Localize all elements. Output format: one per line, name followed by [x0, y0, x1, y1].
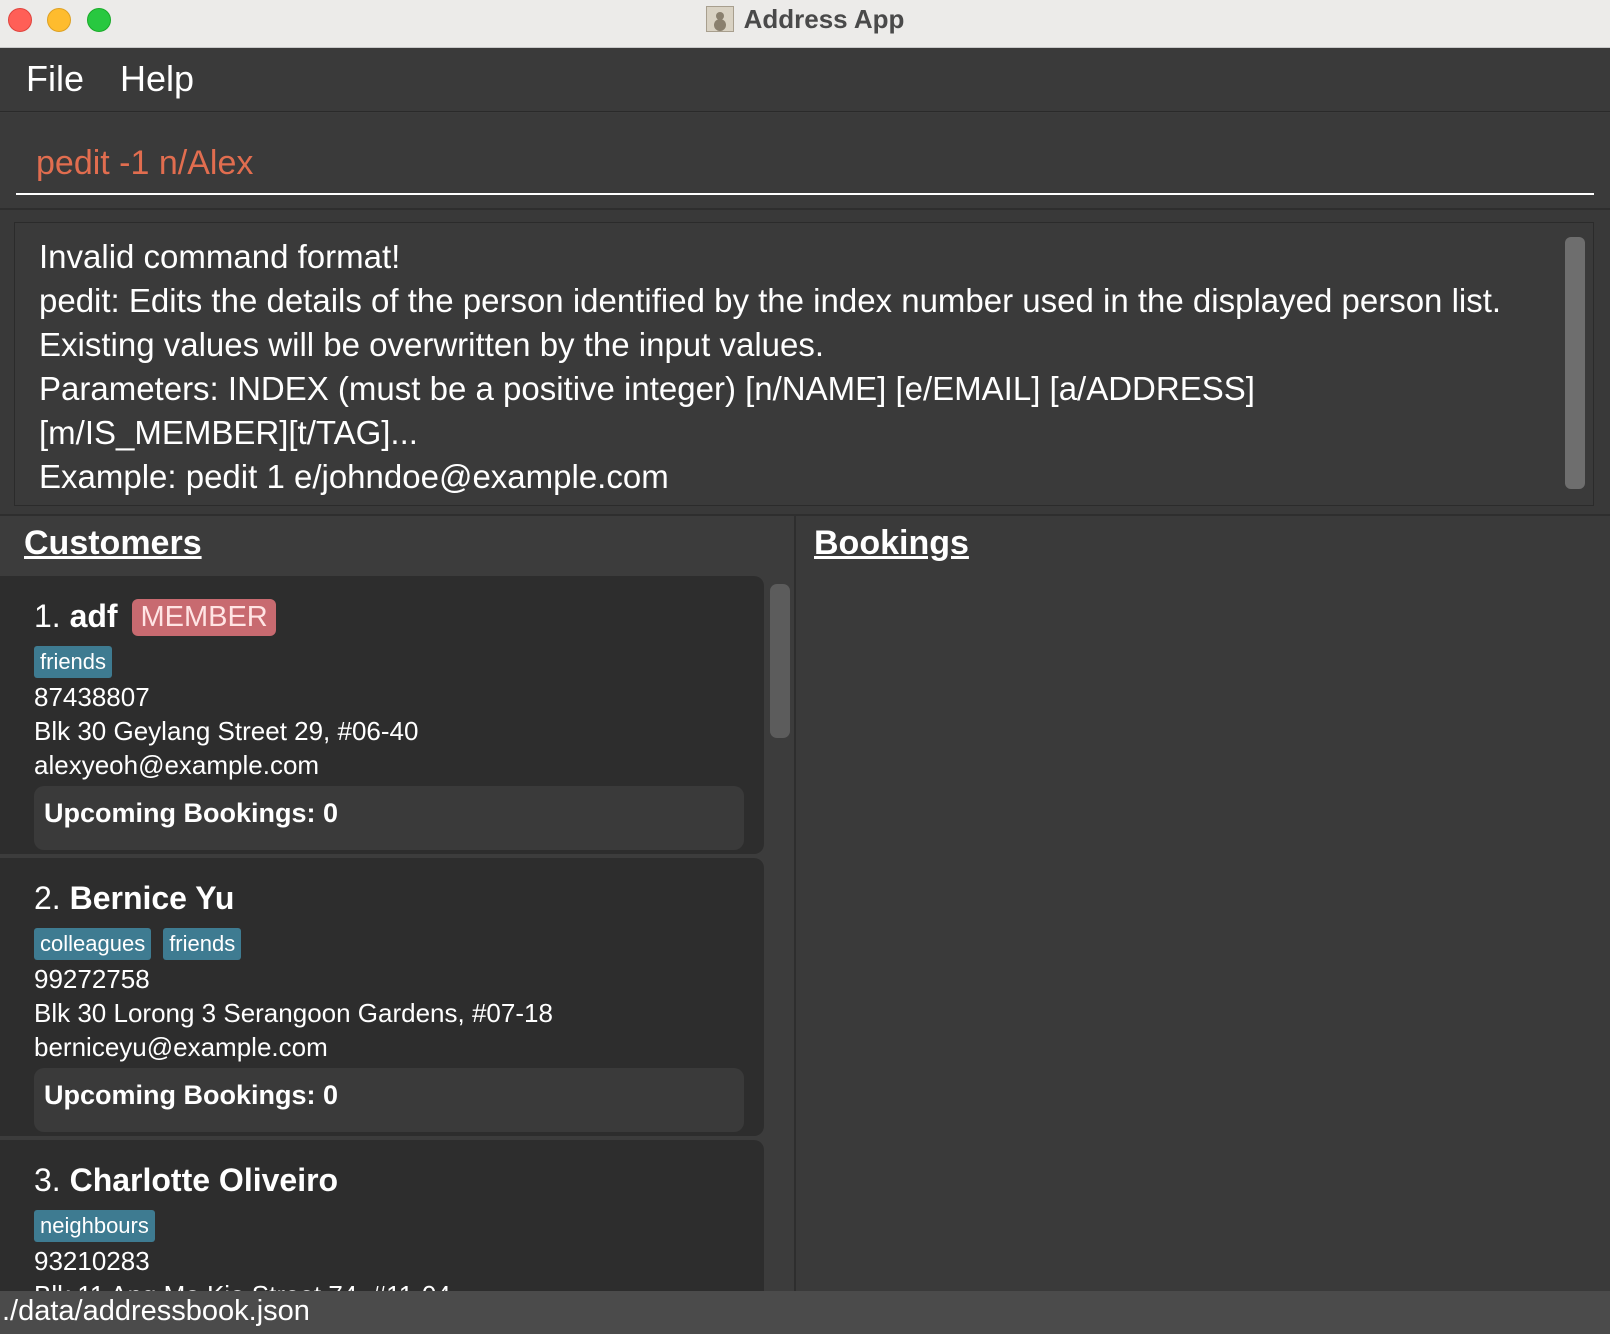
- customer-email: berniceyu@example.com: [34, 1032, 328, 1062]
- customer-name-row: 1. adf MEMBER: [34, 598, 276, 636]
- customer-list-scrollbar[interactable]: [770, 584, 790, 738]
- tag: colleagues: [34, 928, 152, 960]
- command-box: [0, 113, 1610, 208]
- result-scrollbar[interactable]: [1565, 237, 1585, 489]
- customer-name: Bernice Yu: [69, 880, 235, 916]
- save-location-path: ./data/addressbook.json: [2, 1295, 310, 1327]
- customer-phone: 93210283: [34, 1246, 150, 1276]
- result-line: Invalid command format!: [39, 238, 401, 275]
- result-line: Parameters: INDEX (must be a positive in…: [39, 370, 1255, 407]
- customer-index: 1.: [34, 598, 61, 634]
- customer-card[interactable]: 2. Bernice Yu colleagues friends 99272758…: [0, 858, 764, 1136]
- customers-heading: Customers: [24, 524, 202, 562]
- address-book-icon: [705, 6, 734, 32]
- upcoming-bookings: Upcoming Bookings: 0: [34, 1068, 744, 1132]
- result-display[interactable]: Invalid command format! pedit: Edits the…: [14, 222, 1594, 506]
- title-bar: Address App: [0, 0, 1610, 48]
- customer-address: Blk 30 Geylang Street 29, #06-40: [34, 716, 419, 746]
- menu-bar: File Help: [0, 48, 1610, 112]
- tag-list: colleagues friends: [34, 928, 253, 960]
- result-display-panel: Invalid command format! pedit: Edits the…: [0, 208, 1610, 516]
- command-input[interactable]: [16, 133, 1594, 195]
- tag: neighbours: [34, 1210, 155, 1242]
- customer-name: Charlotte Oliveiro: [69, 1162, 339, 1198]
- menu-help[interactable]: Help: [120, 58, 194, 100]
- customer-index: 2.: [34, 880, 61, 916]
- customer-phone: 87438807: [34, 682, 150, 712]
- customers-panel: Customers 1. adf MEMBER friends 87438807…: [0, 516, 792, 1291]
- customer-name-row: 2. Bernice Yu: [34, 880, 234, 917]
- customer-index: 3.: [34, 1162, 61, 1198]
- customer-card[interactable]: 3. Charlotte Oliveiro neighbours 9321028…: [0, 1140, 764, 1291]
- menu-file[interactable]: File: [26, 58, 84, 100]
- bookings-panel: Bookings: [794, 516, 1610, 1291]
- result-line: [m/IS_MEMBER][t/TAG]...: [39, 414, 418, 451]
- result-line: pedit: Edits the details of the person i…: [39, 282, 1502, 319]
- member-badge: MEMBER: [132, 599, 276, 636]
- result-line: Example: pedit 1 e/johndoe@example.com: [39, 458, 669, 495]
- customer-name: adf: [69, 598, 118, 634]
- customer-name-row: 3. Charlotte Oliveiro: [34, 1162, 338, 1199]
- window-title: Address App: [743, 4, 905, 34]
- tag-list: neighbours: [34, 1210, 167, 1242]
- customer-address: Blk 30 Lorong 3 Serangoon Gardens, #07-1…: [34, 998, 553, 1028]
- bookings-heading: Bookings: [814, 524, 969, 562]
- tag-list: friends: [34, 646, 124, 678]
- tag: friends: [34, 646, 113, 678]
- tag: friends: [163, 928, 242, 960]
- customer-phone: 99272758: [34, 964, 150, 994]
- customer-address: Blk 11 Ang Mo Kio Street 74, #11-04: [34, 1280, 451, 1291]
- upcoming-bookings: Upcoming Bookings: 0: [34, 786, 744, 850]
- customer-card[interactable]: 1. adf MEMBER friends 87438807 Blk 30 Ge…: [0, 576, 764, 854]
- window-title-wrap: Address App: [0, 4, 1610, 35]
- status-bar: ./data/addressbook.json: [0, 1291, 1610, 1334]
- customer-email: alexyeoh@example.com: [34, 750, 320, 780]
- result-line: Existing values will be overwritten by t…: [39, 326, 825, 363]
